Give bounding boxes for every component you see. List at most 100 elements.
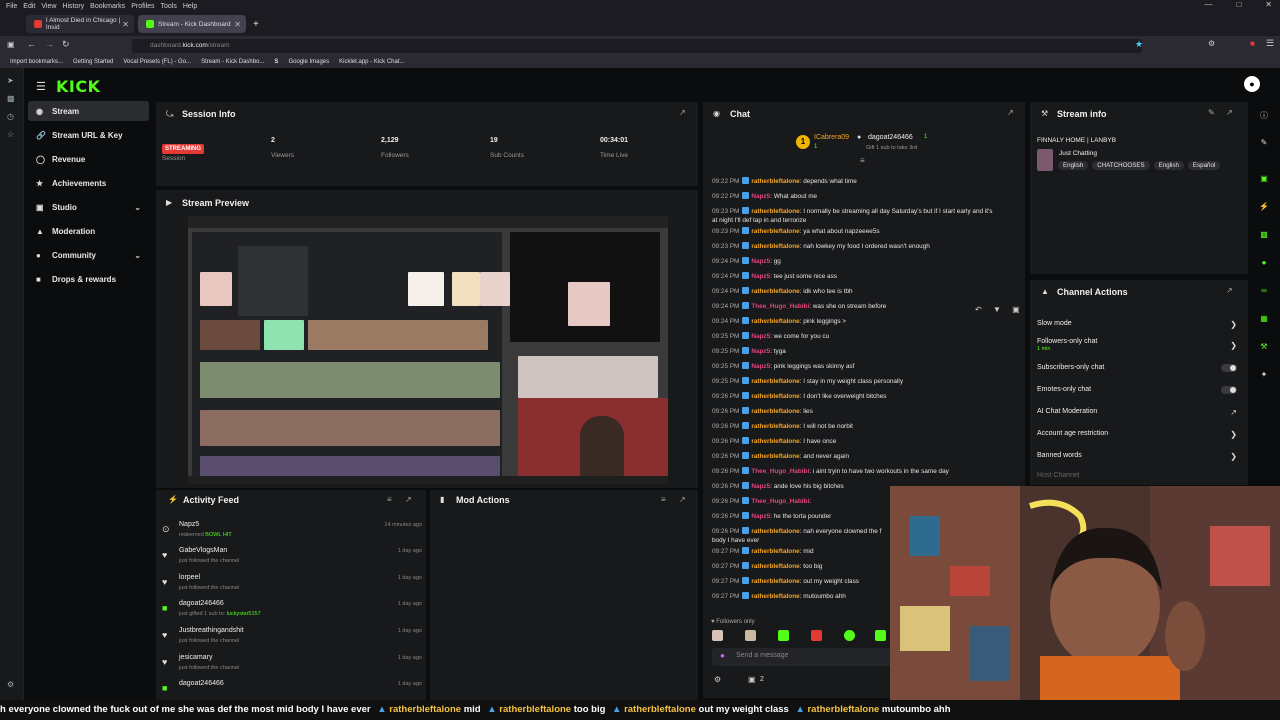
expand-icon[interactable]: ≡ bbox=[860, 156, 865, 165]
chat-username[interactable]: ratherbleftalone bbox=[751, 563, 799, 570]
emote-icon[interactable] bbox=[844, 630, 855, 641]
rail-history-icon[interactable]: ◷ bbox=[7, 112, 17, 122]
bookmark-vocal-presets[interactable]: Vocal Presets (FL) - Go... bbox=[123, 59, 191, 65]
bookmark-s-icon[interactable]: S bbox=[274, 59, 278, 65]
sidebar-item-stream[interactable]: ◉ Stream bbox=[28, 101, 149, 121]
menu-profiles[interactable]: Profiles bbox=[131, 3, 154, 10]
new-tab-button[interactable]: + bbox=[250, 15, 264, 33]
sidebar-toggle-icon[interactable]: ▣ bbox=[7, 40, 15, 49]
menu-bookmarks[interactable]: Bookmarks bbox=[90, 3, 125, 10]
emotes-only-toggle[interactable] bbox=[1221, 386, 1237, 394]
feed-user[interactable]: dagoat246466 bbox=[179, 680, 224, 687]
pin-icon[interactable]: ▼ bbox=[993, 305, 1001, 314]
popout-icon[interactable]: ↗ bbox=[1226, 286, 1233, 295]
chat-username[interactable]: ratherbleftalone bbox=[751, 318, 799, 325]
chat-username[interactable]: Napz5 bbox=[751, 363, 770, 370]
category-name[interactable]: Just Chatting bbox=[1059, 150, 1097, 157]
filter-icon[interactable]: ≡ bbox=[387, 495, 392, 504]
chat-username[interactable]: ratherbleftalone bbox=[751, 453, 799, 460]
url-field[interactable]: dashboard.kick.com/stream bbox=[132, 39, 1142, 53]
link-icon[interactable]: ∞ bbox=[1259, 286, 1269, 296]
account-age-row[interactable]: Account age restriction ❯ bbox=[1037, 430, 1237, 440]
feed-user[interactable]: lorpeel bbox=[179, 574, 200, 581]
sidebar-item-studio[interactable]: ▣ Studio ⌄ bbox=[28, 197, 149, 217]
chat-username[interactable]: Thee_Hugo_Habibi bbox=[751, 303, 809, 310]
kick-logo[interactable]: KICK bbox=[56, 77, 101, 96]
popout-icon[interactable]: ↗ bbox=[1007, 108, 1014, 117]
menu-view[interactable]: View bbox=[41, 3, 56, 10]
chat-settings-icon[interactable]: ⚙ bbox=[714, 675, 721, 684]
chat-username[interactable]: ratherbleftalone bbox=[751, 288, 799, 295]
menu-file[interactable]: File bbox=[6, 3, 17, 10]
bookmark-import[interactable]: Import bookmarks... bbox=[10, 59, 63, 65]
filter-icon[interactable]: ≡ bbox=[661, 495, 666, 504]
bookmark-stream-kick[interactable]: Stream - Kick Dashbo... bbox=[201, 59, 264, 65]
chat-username[interactable]: ratherbleftalone bbox=[751, 548, 799, 555]
reload-icon[interactable]: ↻ bbox=[62, 39, 70, 50]
menu-history[interactable]: History bbox=[62, 3, 84, 10]
chat-username[interactable]: ratherbleftalone bbox=[751, 593, 799, 600]
profile-icon[interactable]: ■ bbox=[1250, 39, 1255, 48]
feed-user[interactable]: GabeVlogsMan bbox=[179, 547, 227, 554]
menu-tools[interactable]: Tools bbox=[161, 3, 177, 10]
emote-icon[interactable] bbox=[712, 630, 723, 641]
rail-star-icon[interactable]: ☆ bbox=[7, 130, 17, 140]
bolt-icon[interactable]: ⚡ bbox=[1259, 202, 1269, 212]
viewer-list-icon[interactable]: ▣ bbox=[748, 675, 756, 684]
hamburger-menu-icon[interactable]: ☰ bbox=[36, 80, 46, 93]
wrench-icon[interactable]: ⚒ bbox=[1259, 342, 1269, 352]
popout-icon[interactable]: ↗ bbox=[405, 495, 412, 504]
emote-icon[interactable] bbox=[745, 630, 756, 641]
extensions-icon[interactable]: ⚙ bbox=[1208, 39, 1215, 48]
pinned-user-2[interactable]: dagoat246466 bbox=[868, 134, 913, 141]
forward-icon[interactable]: → bbox=[45, 39, 54, 49]
chat-username[interactable]: Napz5 bbox=[751, 273, 770, 280]
chat-username[interactable]: Napz5 bbox=[751, 348, 770, 355]
subscribers-only-toggle[interactable] bbox=[1221, 364, 1237, 372]
menu-help[interactable]: Help bbox=[183, 3, 197, 10]
camera-icon[interactable]: ▣ bbox=[1259, 174, 1269, 184]
chat-username[interactable]: Napz5 bbox=[751, 513, 770, 520]
popout-icon[interactable]: ↗ bbox=[679, 495, 686, 504]
stream-preview-video[interactable] bbox=[188, 216, 668, 484]
chat-username[interactable]: Thee_Hugo_Habibi bbox=[751, 498, 809, 505]
chat-username[interactable]: ratherbleftalone bbox=[751, 408, 799, 415]
emote-icon[interactable] bbox=[811, 630, 822, 641]
back-icon[interactable]: ← bbox=[27, 39, 36, 49]
rail-arrow-icon[interactable]: ➤ bbox=[7, 76, 17, 86]
feed-user[interactable]: jesicamary bbox=[179, 654, 212, 661]
host-channel-row[interactable]: Host Channel bbox=[1037, 472, 1237, 482]
chat-username[interactable]: ratherbleftalone bbox=[751, 423, 799, 430]
chat-username[interactable]: Napz5 bbox=[751, 193, 770, 200]
chat-username[interactable]: ratherbleftalone bbox=[751, 228, 799, 235]
gift-sub-prompt[interactable]: Gift 1 sub to take 3rd bbox=[866, 145, 917, 151]
sidebar-item-achievements[interactable]: ★ Achievements bbox=[28, 173, 149, 193]
sidebar-item-stream-url-key[interactable]: 🔗 Stream URL & Key bbox=[28, 125, 149, 145]
chat-username[interactable]: Napz5 bbox=[751, 333, 770, 340]
bookmark-google-images[interactable]: Google Images bbox=[288, 59, 329, 65]
tab-youtube[interactable]: I Almost Died in Chicago | Insid ✕ bbox=[26, 15, 134, 33]
delete-icon[interactable]: ▣ bbox=[1012, 305, 1020, 314]
sidebar-item-moderation[interactable]: ▲ Moderation bbox=[28, 221, 149, 241]
popout-icon[interactable]: ↗ bbox=[679, 108, 686, 117]
pinned-user-1[interactable]: ICabrera09 bbox=[814, 134, 849, 141]
tag[interactable]: CHATCHOOSES bbox=[1092, 161, 1150, 170]
slow-mode-row[interactable]: Slow mode ❯ bbox=[1037, 320, 1237, 330]
sidebar-item-drops-rewards[interactable]: ■ Drops & rewards bbox=[28, 269, 149, 289]
followers-only-row[interactable]: Followers-only chat 1 min ❯ bbox=[1037, 338, 1237, 356]
grid-icon[interactable]: ▦ bbox=[1259, 314, 1269, 324]
chat-username[interactable]: ratherbleftalone bbox=[751, 243, 799, 250]
feed-user[interactable]: Napz5 bbox=[179, 521, 199, 528]
tag[interactable]: English bbox=[1153, 161, 1184, 170]
sidebar-item-revenue[interactable]: ◯ Revenue bbox=[28, 149, 149, 169]
chat-icon[interactable]: ● bbox=[1259, 258, 1269, 268]
reply-icon[interactable]: ↶ bbox=[975, 305, 982, 314]
chat-username[interactable]: ratherbleftalone bbox=[751, 178, 799, 185]
user-avatar[interactable]: ● bbox=[1244, 76, 1260, 92]
feed-user[interactable]: dagoat246466 bbox=[179, 600, 224, 607]
chat-username[interactable]: Thee_Hugo_Habibi bbox=[751, 468, 809, 475]
popout-icon[interactable]: ↗ bbox=[1226, 108, 1233, 117]
pencil-icon[interactable]: ✎ bbox=[1259, 138, 1269, 148]
microphone-icon[interactable]: ● bbox=[720, 651, 725, 660]
puzzle-icon[interactable]: ✦ bbox=[1259, 370, 1269, 380]
